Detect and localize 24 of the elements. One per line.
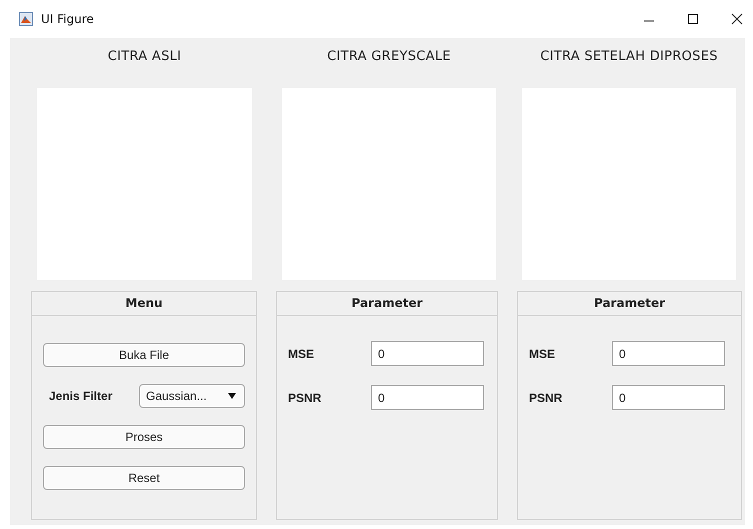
panel-title: Parameter bbox=[277, 292, 497, 316]
open-file-button[interactable]: Buka File bbox=[43, 343, 245, 367]
filter-label: Jenis Filter bbox=[49, 389, 112, 403]
value-field[interactable]: 0 bbox=[612, 385, 725, 410]
field-label: PSNR bbox=[288, 390, 322, 404]
dropdown-arrow-icon bbox=[228, 393, 236, 399]
field-label: MSE bbox=[288, 346, 316, 360]
axes-title: CITRA ASLI bbox=[108, 48, 182, 66]
maximize-icon[interactable] bbox=[687, 13, 699, 25]
panel-title: Menu bbox=[32, 292, 256, 316]
window-title: UI Figure bbox=[41, 12, 94, 26]
action-button[interactable]: Reset bbox=[43, 466, 245, 490]
panel-title: Parameter bbox=[518, 292, 741, 316]
value-field[interactable]: 0 bbox=[612, 341, 725, 366]
action-button[interactable]: Proses bbox=[43, 425, 245, 449]
value-field[interactable]: 0 bbox=[371, 341, 484, 366]
close-icon[interactable] bbox=[731, 13, 743, 25]
value-field[interactable]: 0 bbox=[371, 385, 484, 410]
field-label: PSNR bbox=[529, 390, 564, 404]
axes-title: CITRA GREYSCALE bbox=[327, 48, 451, 66]
field-label: MSE bbox=[529, 346, 556, 360]
filter-dropdown[interactable]: Gaussian... bbox=[139, 384, 245, 408]
axes-title: CITRA SETELAH DIPROSES bbox=[540, 48, 718, 66]
app-icon bbox=[19, 12, 33, 26]
